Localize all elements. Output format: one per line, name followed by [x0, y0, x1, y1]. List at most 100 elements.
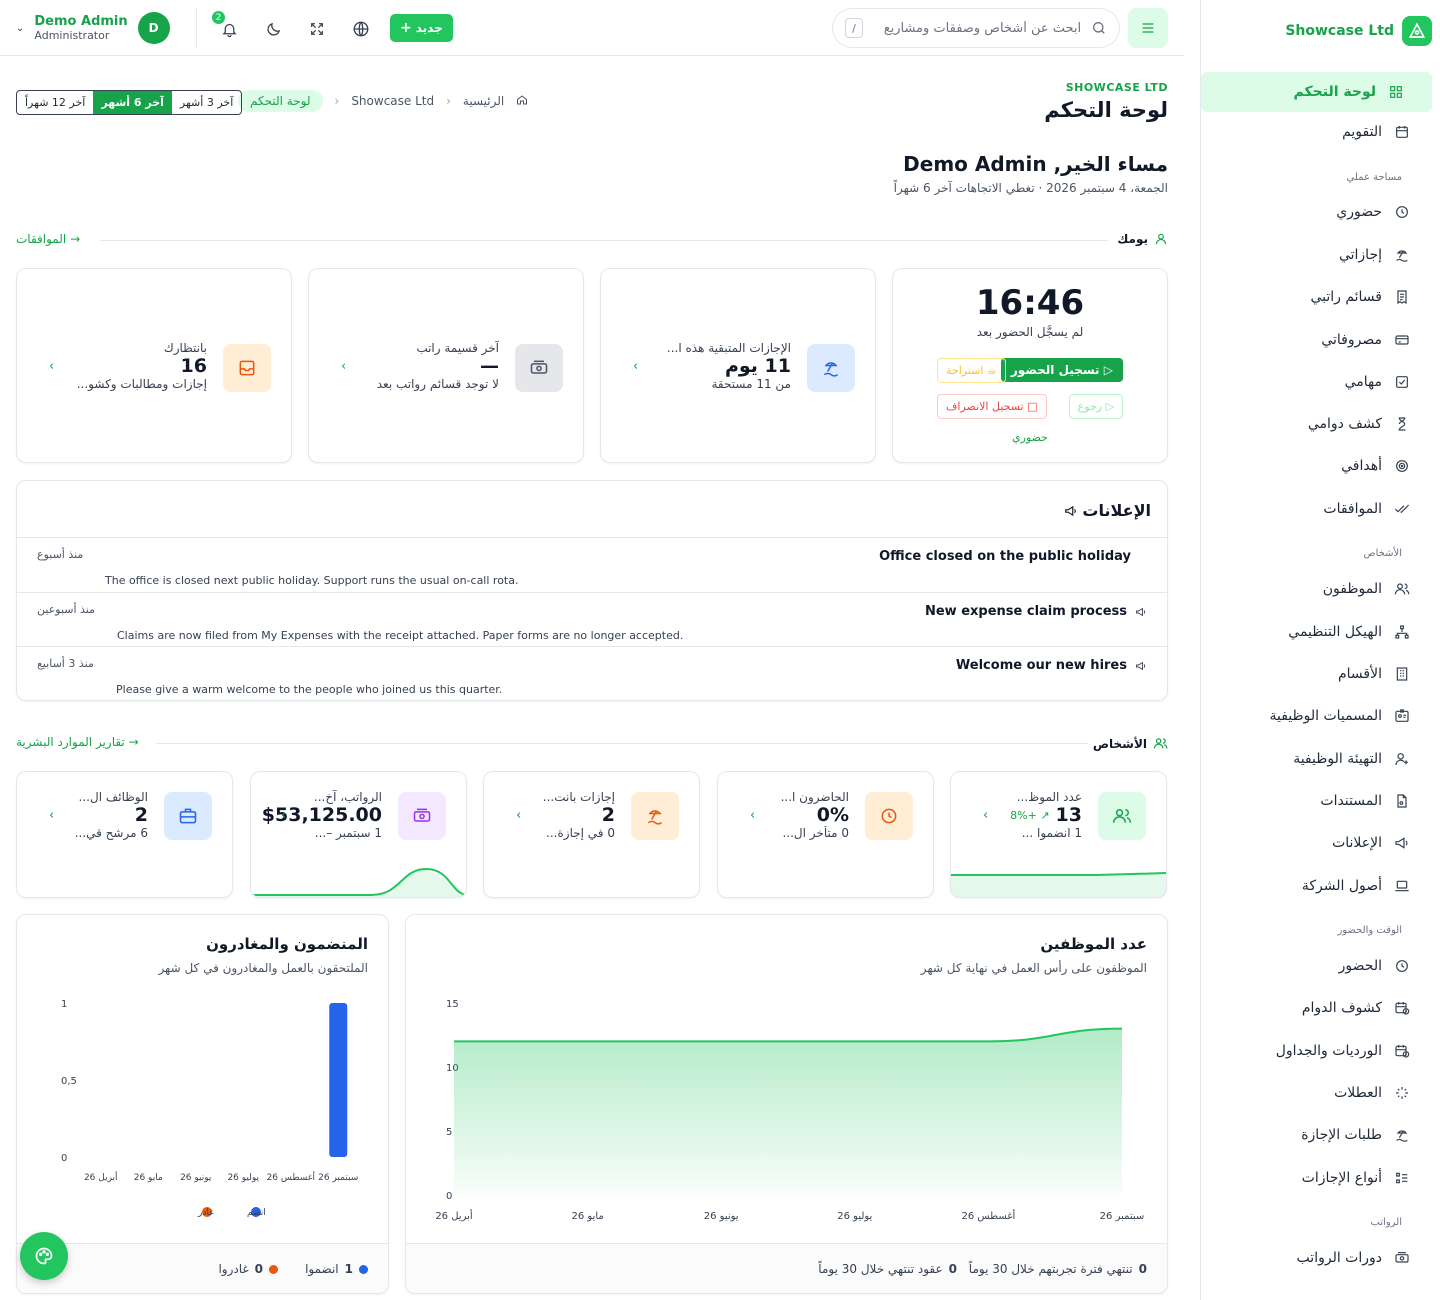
announcement-title-text: Welcome our new hires	[955, 658, 1127, 673]
sidebar-item[interactable]: أصول الشركة	[1302, 878, 1410, 894]
sidebar-item[interactable]: إجازاتي	[1339, 247, 1410, 263]
announcements-card: الإعلانات Office closed on the public ho…	[16, 480, 1168, 701]
stat-value: 0%	[816, 804, 849, 826]
my-attendance-link[interactable]: حضوري	[893, 431, 1167, 444]
moon-icon	[266, 22, 280, 36]
range-3m[interactable]: آخر 3 أشهر	[172, 91, 241, 114]
sidebar-item-label: إجازاتي	[1338, 247, 1382, 263]
brand[interactable]: Showcase Ltd	[1285, 14, 1432, 48]
sidebar-item[interactable]: الموافقات	[1323, 501, 1410, 517]
range-12m[interactable]: آخر 12 شهراً	[17, 91, 93, 114]
headcount-chart: 051015أبريل 26 مايو 26 يونيو 26 يوليو 26 أغس…	[435, 999, 1144, 1222]
sidebar-item[interactable]: مهامي	[1345, 374, 1410, 390]
legend-label: انضم	[247, 1208, 266, 1218]
breadcrumb-home[interactable]: الرئيسية	[463, 94, 504, 108]
sidebar-item[interactable]: قسائم راتبي	[1310, 289, 1410, 305]
plus-icon: +	[400, 20, 412, 36]
sidebar-item[interactable]: الموظفون	[1323, 581, 1410, 597]
sidebar-section-title: الوقت والحضور	[1337, 925, 1402, 936]
announcement-item[interactable]: Welcome our new hires Please give a warm …	[17, 646, 1167, 701]
chevron-down-icon: ⌄	[16, 22, 25, 34]
sidebar-item-label: أصول الشركة	[1301, 878, 1382, 894]
sidebar-section-title: مساحة عملي	[1346, 172, 1402, 183]
search-input[interactable]: ابحث عن أشخاص وصفقات ومشاريع /	[832, 8, 1120, 48]
announcement-item[interactable]: New expense claim process Claims are now …	[17, 592, 1167, 647]
expand-icon	[311, 23, 323, 35]
sidebar-item[interactable]: حضوري	[1336, 204, 1410, 220]
back-button[interactable]: ▷ رجوع	[1068, 394, 1123, 419]
hr-reports-link[interactable]: → تقارير الموارد البشرية	[16, 735, 139, 749]
stat-card[interactable]: الوظائف ال... 2 6 مرشح قي... ›	[16, 771, 233, 898]
divider	[196, 8, 197, 48]
day-card[interactable]: الإجازات المتبقية هذه ا... 11 يوم من 11 مس…	[600, 268, 876, 463]
x-tick-label: سبتمبر 26	[318, 1173, 358, 1183]
search-placeholder: ابحث عن أشخاص وصفقات ومشاريع	[883, 20, 1082, 36]
date-range-toggle: آخر 12 شهراً آخر 6 أشهر آخر 3 أشهر	[16, 90, 243, 115]
announcement-item[interactable]: Office closed on the public holiday The o…	[17, 537, 1167, 592]
range-6m[interactable]: آخر 6 أشهر	[93, 91, 172, 114]
stat-label: الوظائف ال...	[78, 790, 148, 804]
people-heading: الأشخاص	[1093, 736, 1168, 751]
sidebar-item[interactable]: العطلات	[1334, 1085, 1410, 1101]
joiners-chart: 0 0,5 1 أبريل 26 مايو 26 يونيو 26 يوليو 26 أغسط…	[61, 999, 358, 1218]
y-tick-label: 15	[446, 999, 459, 1010]
sidebar-item[interactable]: الإعلانات	[1332, 835, 1410, 851]
clock-in-button[interactable]: ▷ تسجيل الحضور	[1000, 358, 1123, 382]
sidebar-item[interactable]: المسميات الوظيفية	[1269, 708, 1410, 724]
beach-icon	[823, 362, 839, 377]
sidebar-item-label: حضوري	[1336, 204, 1382, 220]
clock-status: لم يسجَّل الحضور بعد	[976, 325, 1084, 339]
sidebar-item-dashboard[interactable]: لوحة التحكم	[1201, 72, 1432, 112]
x-tick-label: أبريل 26	[435, 1209, 473, 1222]
sidebar-item[interactable]: مصروفاتي	[1321, 332, 1410, 348]
theme-toggle-button[interactable]	[258, 14, 288, 44]
breadcrumb-company[interactable]: Showcase Ltd	[351, 94, 434, 108]
menu-toggle-button[interactable]	[1128, 8, 1168, 48]
sidebar-item[interactable]: دورات الرواتب	[1297, 1250, 1410, 1266]
user-menu[interactable]: ⌄ Demo Admin Administrator D	[16, 12, 170, 44]
search-icon	[1093, 22, 1105, 34]
sidebar-item[interactable]: الورديات والجداول	[1276, 1043, 1410, 1059]
sidebar: Showcase Ltd لوحة التحكم التقويم مساحة عمل…	[1200, 0, 1440, 1300]
sidebar-item[interactable]: التهيئة الوظيفية	[1293, 751, 1410, 767]
joiners-footer: 1 انضموا 0 غادروا	[17, 1243, 388, 1293]
stat-card[interactable]: الرواتب، آخ... $53,125.00 1 سبتمبر –... ›	[250, 771, 467, 898]
sidebar-item[interactable]: طلبات الإجازة	[1301, 1127, 1410, 1143]
language-button[interactable]	[346, 14, 376, 44]
card-label: آخر قسيمة راتب	[416, 341, 499, 355]
x-tick-label: أغسطس 26	[267, 1171, 315, 1183]
sidebar-item[interactable]: كشوف الدوام	[1302, 1000, 1410, 1016]
chevron-right-icon: ›	[983, 808, 989, 823]
sidebar-item-calendar[interactable]: التقويم	[1342, 124, 1410, 140]
stat-card[interactable]: إجازات بانت... 2 0 في إجازة... ›	[483, 771, 700, 898]
building-icon	[1396, 667, 1408, 681]
sidebar-item[interactable]: أهدافي	[1341, 458, 1410, 474]
sidebar-item[interactable]: أنواع الإجازات	[1302, 1170, 1410, 1186]
sidebar-item[interactable]: المستندات	[1320, 793, 1410, 809]
break-label: استراحة	[946, 364, 984, 377]
x-tick-label: يوليو 26	[227, 1173, 259, 1183]
clock-out-button[interactable]: □ تسجيل الانصراف	[937, 394, 1047, 419]
sidebar-item[interactable]: الحضور	[1339, 958, 1410, 974]
stat-card[interactable]: الحاضرون ا... 0% 0 متأخر ال... ›	[717, 771, 934, 898]
announcement-title: New expense claim process	[925, 604, 1147, 619]
sidebar-item[interactable]: الأقسام	[1338, 666, 1410, 682]
sidebar-item[interactable]: الهيكل التنظيمي	[1288, 624, 1410, 640]
money-icon	[1395, 1252, 1409, 1263]
sidebar-item-label: كشوف الدوام	[1301, 1000, 1382, 1016]
megaphone-icon	[1136, 661, 1146, 670]
theme-palette-button[interactable]	[20, 1232, 68, 1280]
new-label: جديد	[415, 21, 443, 35]
approvals-link[interactable]: → الموافقات	[16, 232, 80, 246]
your-day-heading: يومك	[1117, 232, 1168, 246]
sidebar-item[interactable]: كشف دوامي	[1308, 416, 1410, 432]
new-button[interactable]: جديد +	[390, 14, 453, 42]
day-card[interactable]: بانتظارك 16 إجازات ومطالبات وكشو... ›	[16, 268, 292, 463]
notifications-button[interactable]: 2	[212, 11, 244, 44]
sidebar-item-label: الحضور	[1338, 958, 1382, 974]
bar-joined[interactable]	[329, 1003, 348, 1157]
break-button[interactable]: ☕ استراحة	[937, 358, 1006, 383]
fullscreen-button[interactable]	[302, 14, 332, 44]
day-card[interactable]: آخر قسيمة راتب — لا توجد قسائم رواتب بعد ›	[308, 268, 584, 463]
stat-card[interactable]: عدد الموظ... 13 ↗ +8% 1 انضموا ... ›	[950, 771, 1167, 898]
